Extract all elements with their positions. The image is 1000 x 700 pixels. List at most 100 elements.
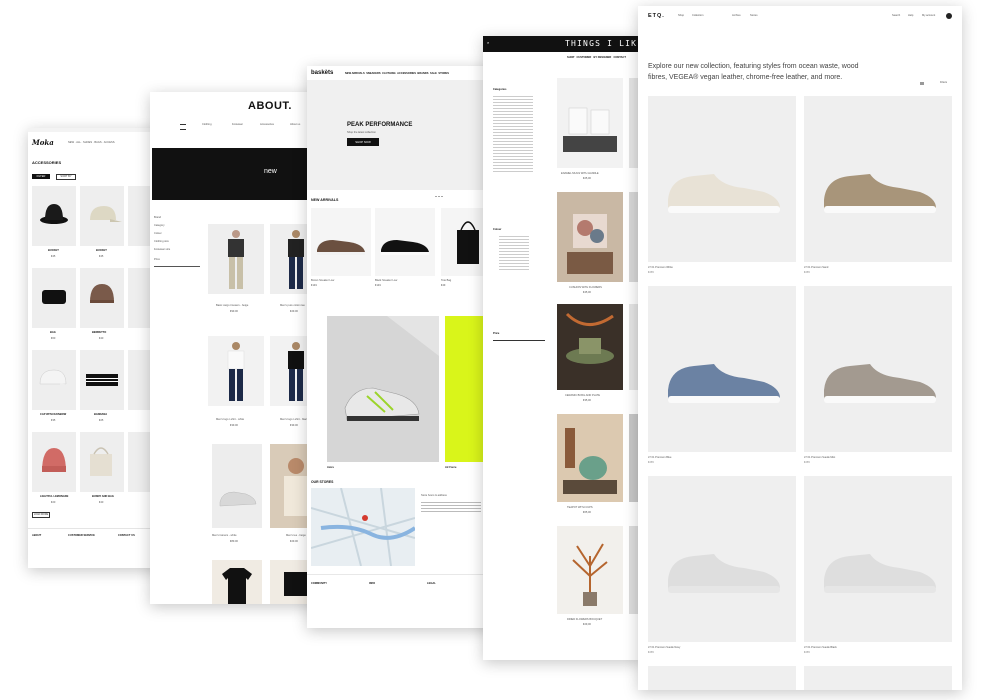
product-card[interactable] (804, 96, 952, 262)
brand-logo[interactable]: Moka (32, 138, 54, 147)
hero-banner[interactable]: new (152, 148, 322, 200)
product-card[interactable] (804, 666, 952, 690)
product-card[interactable] (208, 224, 264, 294)
filters-button[interactable]: Filters (940, 81, 947, 84)
nav-stores[interactable]: Stores (750, 14, 758, 17)
footer-divider (28, 528, 164, 529)
product-card[interactable] (557, 526, 623, 614)
brand-logo[interactable]: ETQ. (648, 13, 665, 19)
screenshot-etq-store: ETQ. Shop Collection Archive Stores Sear… (638, 6, 962, 690)
product-card[interactable] (375, 208, 435, 276)
section-title: NEW ARRIVALS (311, 198, 339, 202)
brand-logo[interactable]: ABOUT. (248, 100, 292, 112)
store-map[interactable] (310, 487, 417, 567)
hero-banner[interactable]: PEAK PERFORMANCE Shop the latest collect… (307, 80, 497, 197)
product-card[interactable] (212, 560, 262, 604)
category-list[interactable] (493, 94, 533, 174)
nav-archive[interactable]: Archive (732, 14, 741, 17)
screenshot-baskets-store: baskèts NEW ARRIVALS SNEAKERS CLOTHING A… (307, 66, 497, 628)
product-card[interactable] (80, 350, 124, 410)
cart-icon[interactable] (946, 13, 952, 19)
nav-menu[interactable]: SHOP CUSTOMER BY DESIGNER CONTACT (567, 56, 626, 59)
product-card[interactable] (80, 268, 124, 328)
colour-list[interactable] (499, 234, 529, 272)
screenshot-moka-accessories: Moka NEW · ALL · SHOES · BAGS · ACCESS. … (28, 128, 164, 568)
product-card[interactable] (80, 186, 124, 246)
collection-intro: Explore our new collection, featuring st… (648, 63, 859, 81)
sort-button[interactable]: SORT BY (56, 174, 76, 180)
black-sneaker-image (381, 240, 429, 255)
product-card[interactable] (804, 286, 952, 452)
carousel-dots[interactable] (435, 184, 447, 197)
search-icon[interactable]: ⌕ (487, 40, 489, 45)
screenshot-things-i-like: ⌕ THINGS I LIKE T SHOP CUSTOMER BY DESIG… (483, 36, 643, 660)
announcement-bar (28, 128, 164, 132)
mugs-image (563, 107, 617, 152)
sneaker-mist-image (824, 364, 936, 403)
bucket-hat-image (40, 204, 68, 224)
teapot-image (563, 428, 617, 494)
product-card[interactable] (648, 666, 796, 690)
bag-image (42, 290, 66, 304)
footer-divider (307, 574, 497, 575)
nav-menu[interactable]: NEW ARRIVALS SNEAKERS CLOTHING ACCESSORI… (345, 72, 449, 75)
product-card[interactable] (557, 304, 623, 390)
grid-toggle-icon[interactable] (920, 82, 924, 85)
store-info: Store hours & address (421, 494, 447, 497)
search-link[interactable]: Search (892, 14, 900, 17)
brand-logo[interactable]: baskèts (311, 70, 333, 76)
model-cargo-image (228, 230, 244, 289)
product-card[interactable] (32, 186, 76, 246)
load-more-button[interactable]: LOAD MORE (32, 512, 50, 518)
product-card[interactable] (32, 432, 76, 492)
filter-button[interactable]: FILTER (32, 174, 50, 179)
product-card[interactable] (557, 192, 623, 282)
product-card[interactable] (32, 268, 76, 328)
menu-icon[interactable] (180, 124, 186, 130)
sneaker-white-image (668, 174, 780, 213)
price-slider[interactable] (154, 266, 200, 267)
bandana-image (86, 374, 118, 386)
price-slider[interactable] (493, 340, 545, 341)
product-card[interactable] (804, 476, 952, 642)
product-card[interactable] (208, 336, 264, 406)
model-white-tee-image (227, 342, 245, 401)
cap-image (90, 206, 122, 222)
product-card[interactable] (648, 286, 796, 452)
tote-image (90, 447, 112, 476)
sneaker-sand-image (824, 174, 936, 213)
map-image (310, 487, 417, 567)
product-card[interactable] (648, 96, 796, 262)
account-link[interactable]: My account (922, 14, 935, 17)
product-card[interactable] (32, 350, 76, 410)
nav-about[interactable]: About us (290, 123, 300, 126)
brand-logo[interactable]: THINGS I LIKE T (565, 39, 643, 48)
nav-accessories[interactable]: Accessories (260, 123, 274, 126)
dried-flowers-image (572, 543, 608, 606)
page-title: ACCESSORIES (32, 160, 62, 165)
product-card[interactable] (557, 78, 623, 168)
nav-shop[interactable]: Shop (678, 14, 684, 17)
product-card[interactable] (212, 444, 262, 528)
white-cap-image (39, 369, 72, 386)
header-bar: ⌕ THINGS I LIKE T (483, 36, 643, 52)
beanie-image (42, 448, 66, 472)
product-card[interactable] (80, 432, 124, 492)
beret-image (90, 284, 114, 303)
feature-card-asics[interactable] (327, 316, 439, 462)
filter-sidebar: Categories Colour Price (493, 88, 549, 348)
nav-menu[interactable]: NEW · ALL · SHOES · BAGS · ACCESS. (68, 141, 115, 144)
asics-shoe-image (327, 316, 439, 462)
stores-title: OUR STORES (311, 480, 334, 484)
filter-sidebar: Brand Category Colour Clothing size Foot… (154, 216, 202, 276)
nav-clothing[interactable]: Clothing (202, 123, 212, 126)
product-card[interactable] (648, 476, 796, 642)
product-card[interactable] (557, 414, 623, 502)
shop-now-button[interactable]: SHOP NOW (347, 138, 379, 146)
nav-collection[interactable]: Collection (692, 14, 703, 17)
help-link[interactable]: Help (908, 14, 913, 17)
nav-footwear[interactable]: Footwear (232, 123, 243, 126)
product-card[interactable] (311, 208, 371, 276)
sneaker-placeholder-image (824, 554, 936, 593)
trainer-image (219, 491, 257, 507)
